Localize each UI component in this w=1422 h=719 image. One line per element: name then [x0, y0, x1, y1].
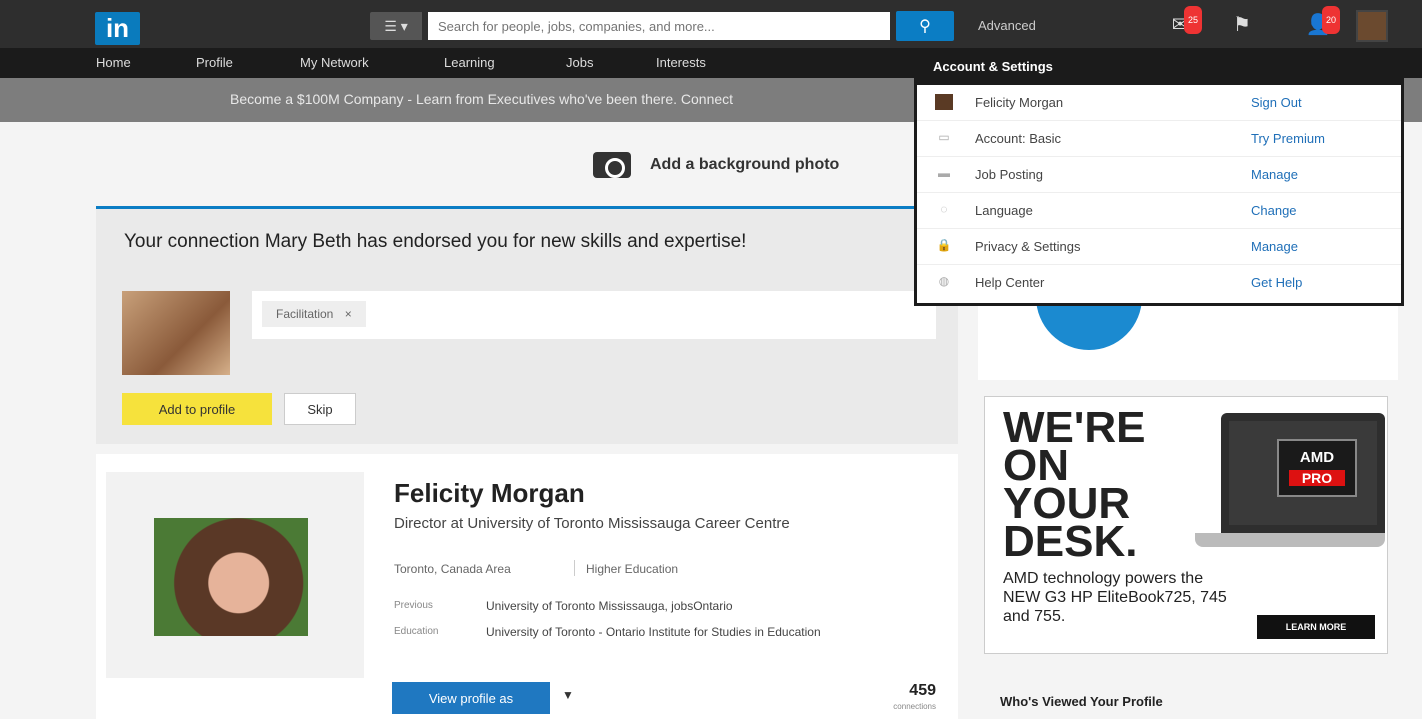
laptop-base [1195, 533, 1385, 547]
dropdown-row-account[interactable]: ▭ Account: Basic Try Premium [917, 121, 1401, 157]
dropdown-row-privacy[interactable]: 🔒 Privacy & Settings Manage [917, 229, 1401, 265]
whos-viewed-heading[interactable]: Who's Viewed Your Profile [1000, 694, 1163, 709]
skill-tag: Facilitation × [262, 301, 366, 327]
dropdown-row-job-posting[interactable]: ▬ Job Posting Manage [917, 157, 1401, 193]
pro-logo-text: PRO [1289, 470, 1345, 486]
search-icon: ⚲ [919, 18, 931, 35]
nav-interests[interactable]: Interests [656, 55, 706, 70]
messages-icon[interactable]: ✉ 25 [1164, 6, 1202, 38]
chevron-down-icon[interactable]: ▼ [562, 688, 574, 702]
change-language-link[interactable]: Change [1251, 203, 1297, 218]
skill-box: Facilitation × [252, 291, 936, 339]
messages-badge: 25 [1183, 6, 1202, 34]
dropdown-label: Job Posting [975, 167, 1043, 182]
amd-logo-text: AMD [1299, 449, 1335, 466]
get-help-link[interactable]: Get Help [1251, 275, 1302, 290]
connections-label: connections [893, 702, 936, 711]
previous-label: Previous [394, 600, 433, 611]
add-to-profile-button[interactable]: Add to profile [122, 393, 272, 425]
search-type-dropdown[interactable]: ☰ ▾ [370, 12, 422, 40]
briefcase-icon: ▬ [938, 166, 950, 180]
profile-industry[interactable]: Higher Education [586, 562, 678, 576]
list-icon: ☰ ▾ [384, 18, 408, 34]
language-icon: ◌ [940, 202, 948, 216]
nav-my-network[interactable]: My Network [300, 55, 369, 70]
sign-out-link[interactable]: Sign Out [1251, 95, 1302, 110]
dropdown-label: Felicity Morgan [975, 95, 1064, 110]
help-icon: ◍ [938, 274, 950, 288]
dropdown-row-help[interactable]: ◍ Help Center Get Help [917, 265, 1401, 301]
nav-home[interactable]: Home [96, 55, 131, 70]
nav-profile[interactable]: Profile [196, 55, 233, 70]
try-premium-link[interactable]: Try Premium [1251, 131, 1325, 146]
profile-name: Felicity Morgan [394, 478, 585, 508]
add-connection-icon[interactable]: 👤 20 [1302, 6, 1340, 38]
nav-jobs[interactable]: Jobs [566, 55, 593, 70]
search-button[interactable]: ⚲ [896, 11, 954, 41]
dropdown-label: Language [975, 203, 1033, 218]
top-bar: in ☰ ▾ ⚲ Advanced ✉25 ⚑ 👤20 [0, 0, 1422, 48]
dropdown-label: Privacy & Settings [975, 239, 1081, 254]
dropdown-row-profile[interactable]: Felicity Morgan Sign Out [917, 85, 1401, 121]
connections-count[interactable]: 459 [876, 682, 936, 700]
manage-jobs-link[interactable]: Manage [1251, 167, 1298, 182]
search-input[interactable] [428, 12, 890, 40]
nav-learning[interactable]: Learning [444, 55, 495, 70]
education-label: Education [394, 626, 439, 637]
skill-name: Facilitation [276, 307, 334, 321]
connections-badge: 20 [1321, 6, 1340, 34]
account-avatar[interactable] [1356, 10, 1388, 42]
divider [574, 560, 575, 576]
profile-strength-card [978, 270, 1398, 380]
profile-photo[interactable] [154, 518, 308, 636]
amd-pro-logo: AMD PRO [1277, 439, 1357, 497]
advertisement[interactable]: WE'RE ON YOUR DESK. AMD PRO AMD technolo… [984, 396, 1388, 654]
remove-skill-icon[interactable]: × [345, 307, 352, 321]
dropdown-title: Account & Settings [917, 51, 1401, 85]
profile-location[interactable]: Toronto, Canada Area [394, 562, 511, 576]
flag-icon[interactable]: ⚑ [1226, 12, 1258, 38]
advanced-search-link[interactable]: Advanced [978, 18, 1036, 33]
linkedin-logo[interactable]: in [95, 12, 140, 45]
add-background-photo[interactable]: Add a background photo [98, 140, 958, 190]
dropdown-label: Help Center [975, 275, 1045, 290]
profile-photo-container [106, 472, 364, 678]
lock-icon: 🔒 [936, 238, 952, 252]
account-settings-dropdown: Account & Settings Felicity Morgan Sign … [914, 48, 1404, 306]
dropdown-label: Account: Basic [975, 131, 1061, 146]
manage-privacy-link[interactable]: Manage [1251, 239, 1298, 254]
laptop-image: AMD PRO [1221, 413, 1385, 533]
add-background-photo-label: Add a background photo [650, 156, 840, 173]
endorser-photo[interactable] [122, 291, 230, 375]
view-profile-as-button[interactable]: View profile as [392, 682, 550, 714]
learn-more-button[interactable]: LEARN MORE [1257, 615, 1375, 639]
avatar-icon [935, 94, 953, 110]
account-icon: ▭ [938, 130, 950, 144]
promo-banner-text: Become a $100M Company - Learn from Exec… [230, 91, 734, 107]
endorsement-title: Your connection Mary Beth has endorsed y… [124, 231, 747, 252]
education-value[interactable]: University of Toronto - Ontario Institut… [486, 624, 906, 640]
endorsement-card: Your connection Mary Beth has endorsed y… [96, 206, 958, 444]
profile-headline: Director at University of Toronto Missis… [394, 515, 790, 532]
camera-icon [593, 152, 631, 178]
profile-card: Felicity Morgan Director at University o… [96, 454, 958, 719]
ad-copy: AMD technology powers the NEW G3 HP Elit… [1003, 570, 1227, 625]
dropdown-row-language[interactable]: ◌ Language Change [917, 193, 1401, 229]
previous-value[interactable]: University of Toronto Mississauga, jobsO… [486, 598, 906, 614]
laptop-screen: AMD PRO [1229, 421, 1377, 525]
ad-headline: WE'RE ON YOUR DESK. [1003, 403, 1146, 566]
skip-button[interactable]: Skip [284, 393, 356, 425]
